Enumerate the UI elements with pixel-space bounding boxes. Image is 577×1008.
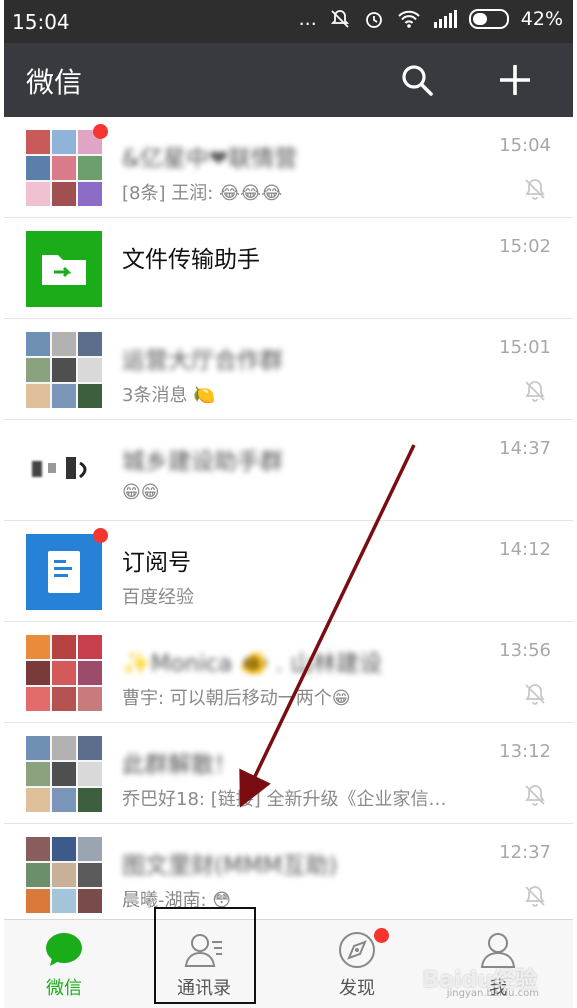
chat-avatar (26, 837, 102, 913)
chat-avatar (26, 433, 102, 509)
chat-preview: 3条消息 🍋 (122, 385, 216, 406)
muted-bell-icon (525, 179, 545, 200)
app-bar: 微信 (4, 43, 573, 117)
add-icon[interactable] (496, 61, 534, 99)
unread-dot (93, 528, 108, 543)
chat-time: 13:12 (499, 741, 551, 762)
muted-bell-icon (525, 381, 545, 402)
chat-row[interactable]: 文件传输助手 15:02 (4, 218, 573, 319)
alarm-icon (365, 12, 382, 28)
muted-bell-icon (525, 785, 545, 806)
highlight-box (154, 907, 256, 1004)
chat-time: 15:04 (499, 135, 551, 156)
chat-row[interactable]: 订阅号 14:12 百度经验 (4, 521, 573, 622)
chat-row[interactable]: &亿星中❤联情营 15:04 [8条] 王润: 😂😂😂 (4, 117, 573, 218)
battery-percent: 42% (520, 8, 563, 30)
tab-label: 微信 (46, 978, 82, 999)
chat-time: 15:01 (499, 337, 551, 358)
chat-row[interactable]: 此群解散！ 13:12 乔巴好18: [链接] 全新升级《企业家信… (4, 723, 573, 824)
mute-notify-icon (330, 10, 349, 28)
chat-list: &亿星中❤联情营 15:04 [8条] 王润: 😂😂😂 文件传输助手 15:02 运营大厅… (4, 117, 573, 925)
chat-avatar (26, 635, 102, 711)
signal-icon (433, 10, 457, 28)
chat-avatar (26, 332, 102, 408)
chat-name: ✨Monica 🐠 . 山林建设 (122, 651, 383, 677)
chat-name: 城乡建设助手群 (122, 449, 283, 475)
status-icons: ... 42% (299, 8, 563, 30)
muted-bell-icon (525, 886, 545, 907)
tab-discover[interactable]: 发现 (307, 920, 407, 1008)
chat-row[interactable]: 图文里财(MMM互助) 12:37 晨曦-湖南: 😳 (4, 824, 573, 925)
chat-preview: [8条] 王润: 😂😂😂 (122, 183, 283, 204)
chat-name: 运营大厅合作群 (122, 348, 283, 374)
watermark-sub: jingyan.baidu.com (446, 988, 539, 999)
chat-name: 文件传输助手 (122, 247, 260, 273)
chat-row[interactable]: 运营大厅合作群 15:01 3条消息 🍋 (4, 319, 573, 420)
wifi-icon (398, 10, 420, 28)
chat-name: 图文里财(MMM互助) (122, 853, 338, 879)
chat-time: 13:56 (499, 640, 551, 661)
wechat-screen: 15:04 ... 42% 微信 &亿星中❤联情营 15:04 [8条] 王润: 😂… (4, 0, 573, 1008)
unread-dot (93, 124, 108, 139)
more-icon: ... (298, 8, 317, 30)
chat-row[interactable]: 城乡建设助手群 14:37 😁😁 (4, 420, 573, 521)
chat-row[interactable]: ✨Monica 🐠 . 山林建设 13:56 曹宇: 可以朝后移动一两个😁 (4, 622, 573, 723)
chat-preview: 😁😁 (122, 482, 160, 503)
page-title: 微信 (26, 66, 83, 99)
battery-icon (468, 9, 509, 29)
search-icon[interactable] (400, 63, 434, 97)
chat-preview: 百度经验 (122, 587, 194, 608)
chat-time: 14:37 (499, 438, 551, 459)
chat-time: 12:37 (499, 842, 551, 863)
chat-preview: 乔巴好18: [链接] 全新升级《企业家信… (122, 789, 447, 810)
muted-bell-icon (525, 684, 545, 705)
chat-time: 15:02 (499, 236, 551, 257)
chat-preview: 曹宇: 可以朝后移动一两个😁 (122, 688, 351, 709)
chat-avatar (26, 528, 108, 610)
chat-avatar (26, 124, 108, 206)
chat-name: 此群解散！ (122, 752, 237, 778)
compass-icon (339, 932, 375, 968)
folder-arrow-icon (26, 231, 102, 307)
subscription-icon (26, 534, 102, 610)
chat-name: 订阅号 (122, 550, 191, 576)
chat-avatar (26, 736, 102, 812)
status-bar: 15:04 ... 42% (4, 0, 573, 43)
chat-time: 14:12 (499, 539, 551, 560)
tab-label: 发现 (339, 978, 375, 999)
status-time: 15:04 (12, 10, 70, 34)
chat-bubble-icon (46, 933, 82, 966)
chat-avatar (26, 231, 102, 307)
pixel-avatar-icon (26, 433, 102, 509)
chat-name: &亿星中❤联情营 (122, 146, 298, 172)
discover-badge (374, 928, 389, 943)
tab-chats[interactable]: 微信 (14, 920, 114, 1008)
